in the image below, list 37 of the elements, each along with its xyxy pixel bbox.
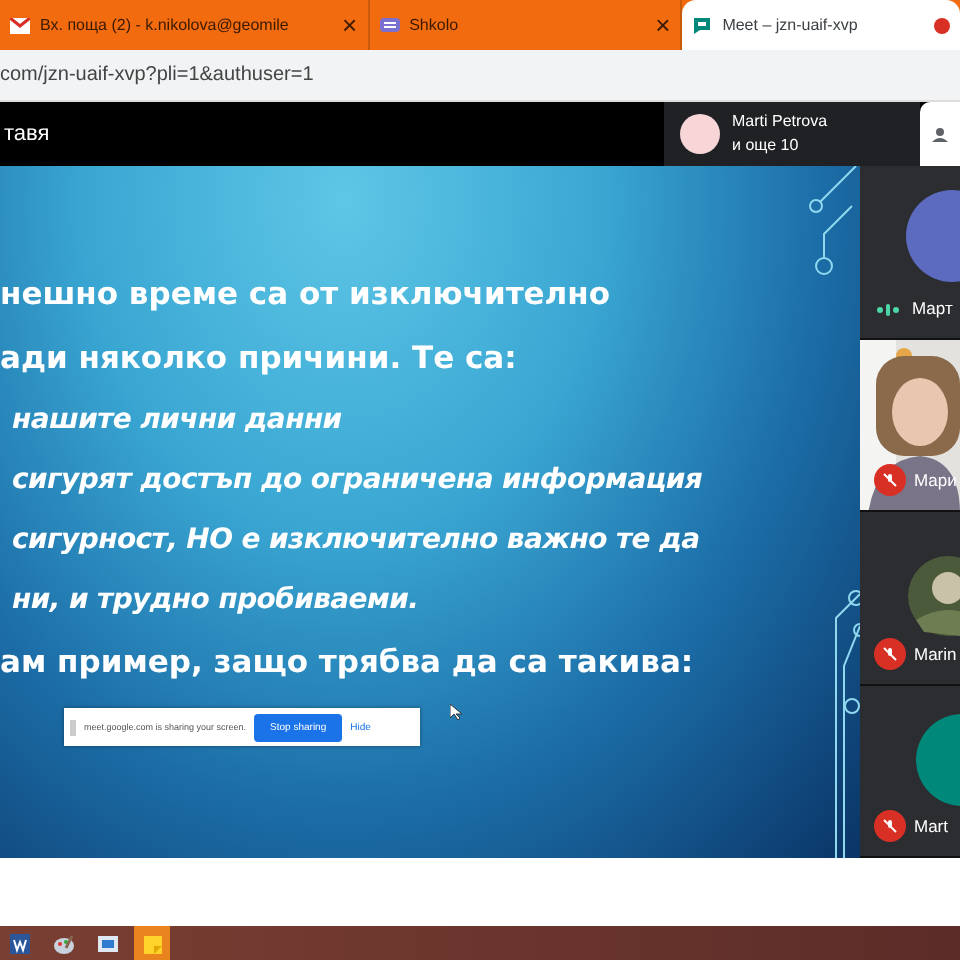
browser-tab[interactable]: Meet – jzn-uaif-xvp xyxy=(682,0,960,50)
close-icon[interactable]: × xyxy=(342,12,358,38)
slide-text: ни, и трудно пробиваеми. xyxy=(10,582,421,620)
note-icon xyxy=(143,935,161,953)
document-icon xyxy=(10,934,30,954)
participant-name: Мари xyxy=(914,470,957,490)
url-field[interactable]: com/jzn-uaif-xvp?pli=1&authuser=1 xyxy=(0,64,314,86)
participant-name: Marin xyxy=(914,643,957,663)
mail-icon xyxy=(10,17,30,33)
close-icon[interactable]: × xyxy=(655,12,671,38)
avatar-icon xyxy=(908,556,960,636)
participant-name: Mart xyxy=(914,816,948,836)
avatar-icon xyxy=(904,190,960,282)
people-icon xyxy=(932,126,948,142)
others-count: и още 10 xyxy=(732,134,801,158)
slide-text: нешно време са от изключително xyxy=(0,274,613,316)
slide-text: сигурят достъп до ограничена информация xyxy=(10,462,705,500)
tab-title: Meet – jzn-uaif-xvp xyxy=(722,16,860,34)
recording-icon xyxy=(933,17,950,33)
cursor-icon xyxy=(450,704,462,720)
tab-title: Shkolo xyxy=(409,16,461,34)
list-icon xyxy=(379,18,400,32)
slide-text: сигурност, НО е изключително важно те да xyxy=(10,522,702,560)
window-icon xyxy=(98,936,118,952)
presenter-name: Marti Petrova xyxy=(732,110,828,134)
meeting-title: тавя xyxy=(2,122,52,146)
avatar-icon xyxy=(916,713,960,805)
participant-name: Март xyxy=(912,297,953,317)
tab-title: Вх. поща (2) - k.nikolova@geomile xyxy=(40,16,291,34)
slide-text: ам пример, защо трябва да са такива: xyxy=(0,642,696,684)
avatar-icon xyxy=(680,114,720,154)
people-button[interactable] xyxy=(920,102,960,166)
chat-icon xyxy=(692,15,713,35)
grip-icon[interactable] xyxy=(70,719,76,735)
slide-text: ади няколко причини. Те са: xyxy=(0,338,519,380)
slide-text: нашите лични данни xyxy=(10,402,344,440)
palette-icon xyxy=(54,934,74,954)
